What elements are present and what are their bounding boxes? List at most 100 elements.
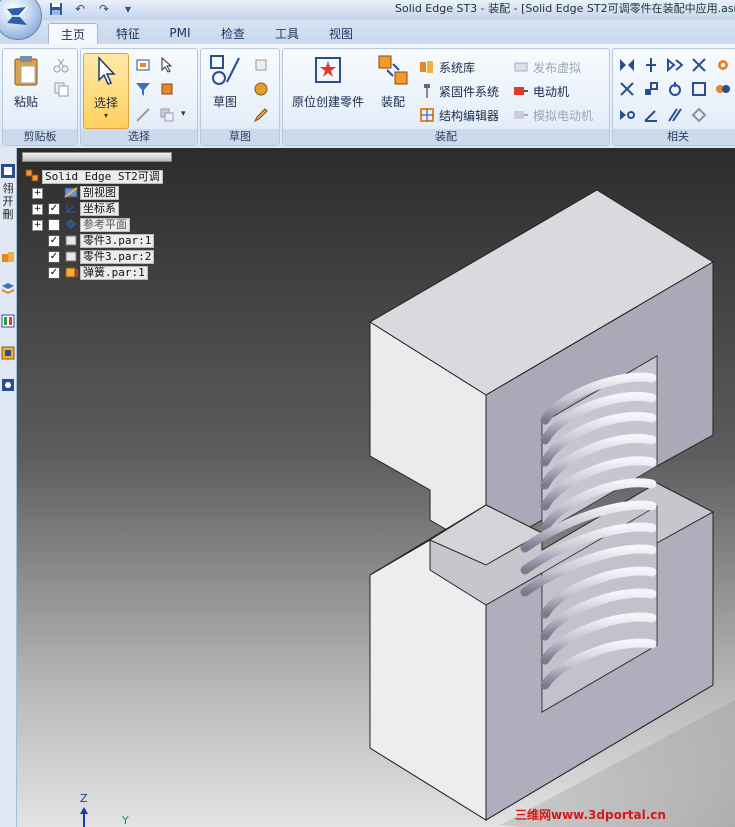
tree-item-section-view[interactable]: + 剖视图 [22,185,172,200]
tab-label: 特征 [115,26,140,41]
visibility-checkbox[interactable]: ✓ [48,235,60,247]
tree-item-coordinate-systems[interactable]: + ✓ 坐标系 [22,201,172,216]
create-part-in-place-button[interactable]: 原位创建零件 [287,53,369,110]
pencil-icon[interactable] [253,107,269,123]
save-icon[interactable] [46,1,66,17]
connect-icon[interactable] [691,57,707,73]
select-tool-icon[interactable] [135,107,151,123]
tree-item-part-2[interactable]: ✓ 零件3.par:2 [22,249,172,264]
qat-dropdown-icon[interactable]: ▾ [118,1,138,17]
tree-item-label: 零件3.par:1 [80,234,155,248]
ribbon-tabs: 主页 特征 PMI 检查 工具 视图 [0,20,735,45]
sketch-copy-icon[interactable] [253,57,269,73]
paste-button[interactable]: 粘贴 [7,53,45,110]
sketch-icon [208,53,242,87]
undo-icon[interactable]: ↶ [70,1,90,17]
tab-label: 检查 [220,26,245,41]
tab-view[interactable]: 视图 [318,23,364,43]
system-library-button[interactable]: 系统库 [419,57,475,77]
slash-icon[interactable] [667,107,683,123]
visibility-checkbox[interactable]: ✓ [48,203,60,215]
tree-item-label: 剖视图 [80,186,119,200]
tree-item-spring[interactable]: ✓ 弹簧.par:1 [22,265,172,280]
group-label-clipboard: 剪贴板 [3,129,77,145]
pathfinder-tab-icon[interactable] [0,162,16,180]
part-icon [64,250,78,263]
copy-icon[interactable] [53,81,69,97]
z-axis-arrow-icon [80,807,88,827]
publish-virtual-label: 发布虚拟 [533,60,582,75]
layers-icon[interactable] [0,280,16,298]
group-sketch: 草图 草图 [200,48,280,146]
pathfinder-grip[interactable] [22,152,172,162]
parallel-icon[interactable] [619,107,635,123]
tab-inspect[interactable]: 检查 [210,23,256,43]
planar-align-icon[interactable] [667,57,683,73]
mate-icon[interactable] [619,57,635,73]
rigid-set-icon[interactable] [715,81,731,97]
tangent-icon[interactable] [643,81,659,97]
path-icon[interactable] [691,81,707,97]
visibility-checkbox[interactable]: ✓ [48,251,60,263]
filter-icon[interactable] [135,81,151,97]
paste-label: 粘贴 [13,95,38,109]
parts-library-icon[interactable] [0,248,16,266]
tab-home[interactable]: 主页 [48,23,98,44]
tree-item-part-1[interactable]: ✓ 零件3.par:1 [22,233,172,248]
tab-label: 主页 [60,27,85,42]
left-docking-strip: 翎 开 刪 [0,148,17,827]
chevron-down-icon: ▾ [103,111,108,120]
group-related: 相关 [612,48,735,146]
select-button[interactable]: 选择 ▾ [83,53,129,129]
simulate-motor-icon [513,107,529,123]
chevron-down-icon[interactable]: ▾ [181,109,186,119]
redo-icon[interactable]: ↷ [94,1,114,17]
sketch-project-icon[interactable] [253,81,269,97]
expand-icon[interactable]: + [32,220,43,231]
visibility-checkbox[interactable] [48,219,60,231]
family-of-assemblies-icon[interactable] [0,344,16,362]
assemble-button[interactable]: 装配 [373,53,413,110]
diamond-icon[interactable] [691,107,707,123]
select-part-icon[interactable] [159,81,175,97]
select-box-icon[interactable] [135,57,151,73]
sketch-label: 草图 [212,95,237,109]
pathfinder-tree: Solid Edge ST2可调 + 剖视图 + ✓ 坐标系 + 参考平面 ✓ … [22,152,172,282]
tree-item-label: 弹簧.par:1 [80,266,148,280]
fastener-system-label: 紧固件系统 [439,84,500,99]
cam-icon[interactable] [667,81,683,97]
visibility-checkbox[interactable]: ✓ [48,267,60,279]
tab-label: 工具 [274,26,299,41]
select-cursor-icon[interactable] [159,57,175,73]
insert-icon[interactable] [619,81,635,97]
fastener-system-button[interactable]: 紧固件系统 [419,81,499,101]
create-part-icon [311,53,345,87]
simulate-motor-button[interactable]: 模拟电动机 [513,105,593,125]
group-label-select: 选择 [81,129,197,145]
reference-plane-icon [64,218,78,231]
frame-editor-button[interactable]: 结构编辑器 [419,105,499,125]
gear-icon[interactable] [715,57,731,73]
tree-root[interactable]: Solid Edge ST2可调 [22,169,172,184]
tab-features[interactable]: 特征 [104,23,152,43]
tab-tools[interactable]: 工具 [264,23,310,43]
system-library-icon [419,59,435,75]
tree-item-reference-planes[interactable]: + 参考平面 [22,217,172,232]
expand-icon[interactable]: + [32,204,43,215]
assemble-icon [376,53,410,87]
publish-virtual-icon [513,59,529,75]
tree-item-label: 零件3.par:2 [80,250,155,264]
publish-virtual-button[interactable]: 发布虚拟 [513,57,581,77]
select-more-icon[interactable] [159,107,175,123]
tab-label: 视图 [328,26,353,41]
expand-icon[interactable]: + [32,188,43,199]
axial-align-icon[interactable] [643,57,659,73]
tree-item-label: 坐标系 [80,202,119,216]
sketch-button[interactable]: 草图 [205,53,245,110]
motor-button[interactable]: 电动机 [513,81,569,101]
cut-icon[interactable] [53,57,69,73]
feature-library-icon[interactable] [0,312,16,330]
tab-pmi[interactable]: PMI [158,23,202,43]
angle-icon[interactable] [643,107,659,123]
sensors-icon[interactable] [0,376,16,394]
